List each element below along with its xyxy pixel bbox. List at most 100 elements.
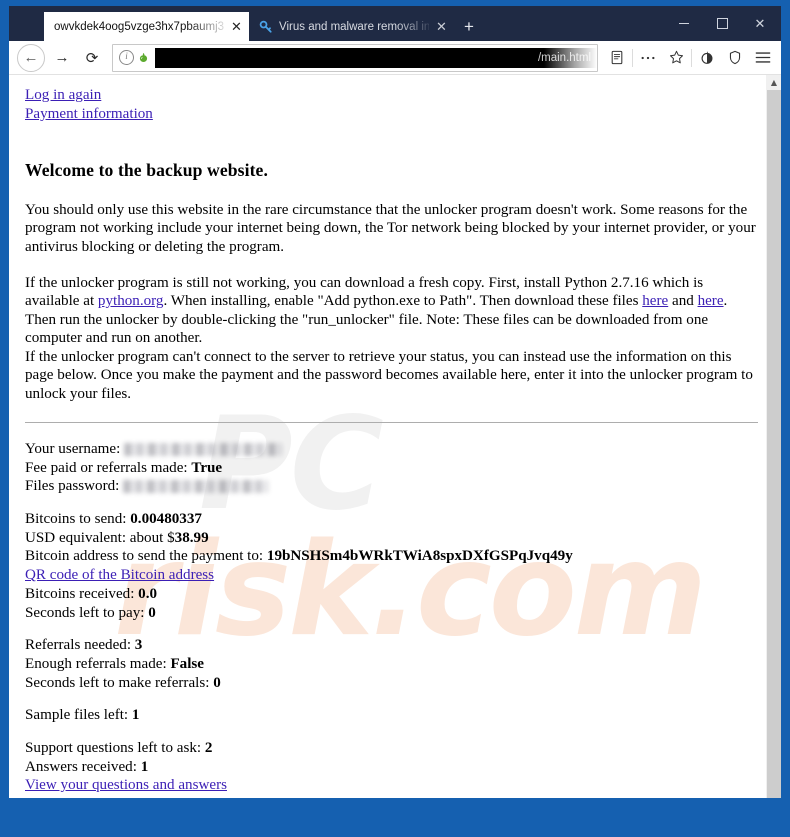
top-links: Log in again Payment information — [25, 86, 758, 123]
label-bitcoins-received: Bitcoins received: — [25, 585, 139, 602]
info-icon[interactable]: i — [119, 50, 134, 65]
title-bar: owvkdek4oog5vzge3hx7pbaumj3d ✕ Virus and… — [9, 6, 781, 41]
text-segment: and — [668, 293, 698, 310]
minimize-icon — [679, 23, 689, 24]
web-page: PC risk.com Log in again Payment informa… — [9, 75, 766, 798]
row-fee-paid: Fee paid or referrals made: True — [25, 459, 758, 478]
row-support-questions-left: Support questions left to ask: 2 — [25, 739, 758, 758]
row-sample-files-left: Sample files left: 1 — [25, 706, 758, 725]
label-referrals-needed: Referrals needed: — [25, 637, 135, 654]
paragraph-status: If the unlocker program can't connect to… — [25, 348, 753, 402]
pocket-icon[interactable] — [693, 45, 721, 71]
tab-virus-removal[interactable]: Virus and malware removal ins ✕ — [249, 12, 454, 41]
text-segment: . When installing, enable "Add python.ex… — [163, 293, 643, 310]
window-controls: ✕ — [665, 6, 781, 41]
browser-window: owvkdek4oog5vzge3hx7pbaumj3d ✕ Virus and… — [0, 0, 790, 837]
url-tail: /main.html — [537, 51, 591, 64]
maximize-button[interactable] — [703, 9, 741, 39]
menu-hamburger-icon[interactable] — [749, 45, 777, 71]
label-seconds-left-to-pay: Seconds left to pay: — [25, 604, 149, 621]
section-divider — [25, 421, 758, 423]
value-seconds-left-to-pay: 0 — [148, 604, 156, 621]
link-here-2[interactable]: here — [698, 293, 724, 309]
value-sample-files-left: 1 — [131, 707, 140, 724]
row-bitcoins-to-send: Bitcoins to send: 0.00480337 — [25, 510, 758, 529]
tab-close-icon[interactable]: ✕ — [230, 20, 243, 33]
value-support-questions-left: 2 — [204, 740, 213, 757]
onion-icon[interactable] — [137, 51, 150, 64]
label-files-password: Files password: — [25, 478, 124, 495]
label-usd-equivalent: USD equivalent: about $ — [25, 529, 175, 546]
row-files-password: Files password: — [25, 477, 758, 496]
toolbar-icons — [603, 45, 777, 71]
toolbar-divider — [632, 48, 633, 67]
row-enough-referrals: Enough referrals made: False — [25, 655, 758, 674]
value-seconds-left-referrals: 0 — [213, 674, 221, 691]
value-answers-received: 1 — [140, 758, 149, 775]
ellipsis-icon[interactable] — [634, 45, 662, 71]
link-here-1[interactable]: here — [642, 293, 668, 309]
toolbar-divider — [691, 48, 692, 67]
bitcoin-details: Bitcoins to send: 0.00480337 USD equival… — [25, 510, 758, 622]
back-button[interactable]: ← — [17, 43, 45, 72]
navigation-toolbar: ← → ⟳ i /main.html — [9, 41, 781, 75]
close-window-button[interactable]: ✕ — [741, 9, 779, 39]
row-usd-equivalent: USD equivalent: about $38.99 — [25, 529, 758, 548]
minimize-button[interactable] — [665, 9, 703, 39]
site-identity: i — [113, 50, 155, 65]
label-seconds-left-referrals: Seconds left to make referrals: — [25, 674, 214, 691]
label-bitcoins-to-send: Bitcoins to send: — [25, 511, 131, 528]
sample-files: Sample files left: 1 — [25, 706, 758, 725]
scroll-up-arrow-icon[interactable]: ▲ — [767, 75, 781, 90]
link-log-in-again[interactable]: Log in again — [25, 86, 758, 105]
value-bitcoin-address: 19bNSHSm4bWRkTWiA8spxDXfGSPqJvq49y — [266, 548, 573, 565]
tab-strip: owvkdek4oog5vzge3hx7pbaumj3d ✕ Virus and… — [9, 6, 665, 41]
link-qr-code[interactable]: QR code of the Bitcoin address — [25, 567, 214, 583]
label-enough-referrals: Enough referrals made: — [25, 655, 171, 672]
reload-button[interactable]: ⟳ — [77, 44, 107, 72]
label-username: Your username: — [25, 440, 125, 457]
new-tab-button[interactable]: + — [454, 12, 484, 41]
page-title: Welcome to the backup website. — [25, 160, 268, 181]
tab-title: owvkdek4oog5vzge3hx7pbaumj3d — [54, 20, 224, 33]
row-username: Your username: — [25, 440, 758, 459]
row-bitcoin-address: Bitcoin address to send the payment to: … — [25, 547, 758, 566]
maximize-icon — [716, 18, 728, 29]
url-text-redacted[interactable]: /main.html — [155, 47, 597, 68]
tab-close-icon[interactable]: ✕ — [435, 20, 448, 33]
key-icon — [259, 20, 273, 34]
value-fee-paid: True — [191, 459, 223, 476]
row-view-qa-link: View your questions and answers — [25, 776, 758, 795]
link-python-org[interactable]: python.org — [98, 293, 164, 309]
paragraph-download: If the unlocker program is still not wor… — [25, 274, 758, 348]
bookmark-star-icon[interactable] — [662, 45, 690, 71]
value-bitcoins-to-send: 0.00480337 — [130, 511, 202, 528]
label-bitcoin-address: Bitcoin address to send the payment to: — [25, 548, 267, 565]
support-instruction: Ask a support question here. This will a… — [25, 795, 758, 798]
tab-title: Virus and malware removal ins — [279, 20, 429, 33]
label-answers-received: Answers received: — [25, 758, 141, 775]
content-area: PC risk.com Log in again Payment informa… — [9, 75, 781, 798]
support-section: Support questions left to ask: 2 Answers… — [25, 739, 758, 798]
label-fee-paid: Fee paid or referrals made: — [25, 459, 192, 476]
link-payment-information[interactable]: Payment information — [25, 105, 758, 124]
reader-view-icon[interactable] — [603, 45, 631, 71]
tab-backup-site[interactable]: owvkdek4oog5vzge3hx7pbaumj3d ✕ — [44, 12, 249, 41]
username-value-redacted — [124, 442, 283, 456]
value-enough-referrals: False — [170, 655, 204, 672]
link-view-questions-answers[interactable]: View your questions and answers — [25, 777, 227, 793]
row-bitcoins-received: Bitcoins received: 0.0 — [25, 585, 758, 604]
address-bar[interactable]: i /main.html — [112, 43, 598, 72]
shield-icon[interactable] — [721, 45, 749, 71]
password-value-redacted — [123, 480, 269, 494]
row-seconds-left-referrals: Seconds left to make referrals: 0 — [25, 674, 758, 693]
referral-details: Referrals needed: 3 Enough referrals mad… — [25, 636, 758, 692]
row-seconds-left-to-pay: Seconds left to pay: 0 — [25, 604, 758, 623]
row-answers-received: Answers received: 1 — [25, 758, 758, 777]
page-scrollbar[interactable]: ▲ — [766, 75, 781, 798]
forward-button[interactable]: → — [47, 44, 77, 72]
